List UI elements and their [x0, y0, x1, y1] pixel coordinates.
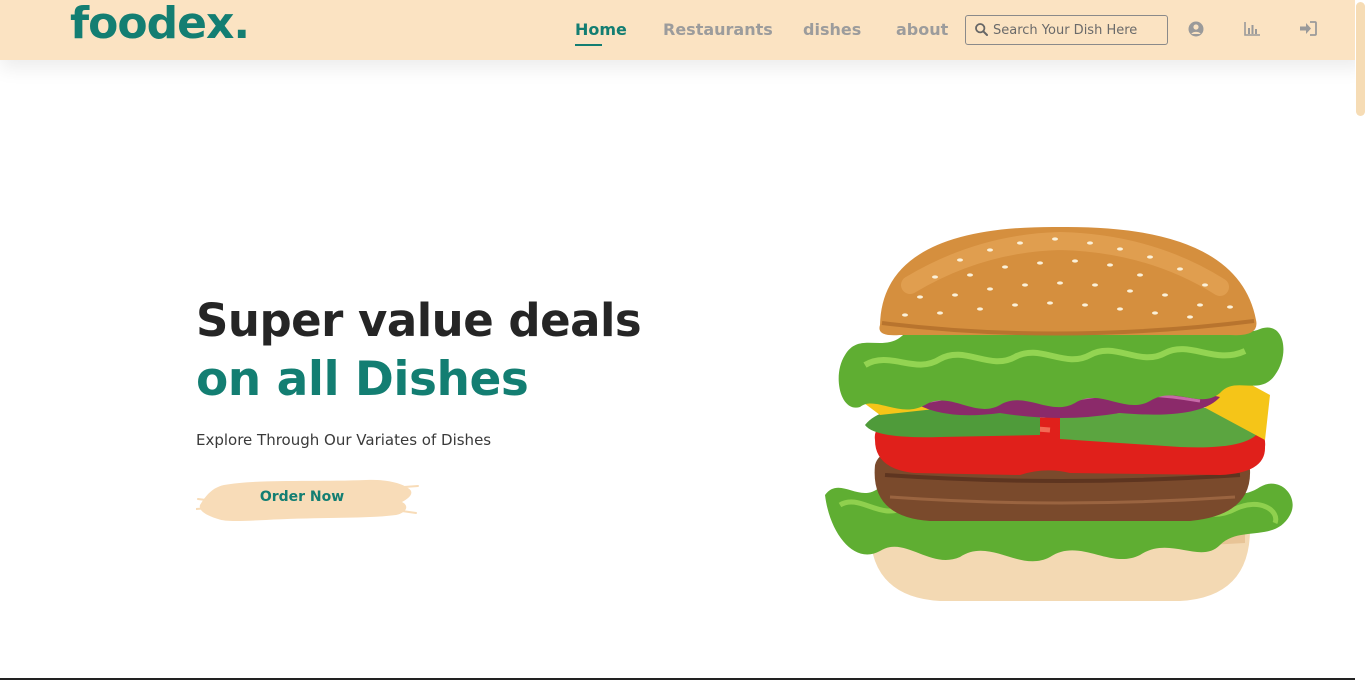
scrollbar[interactable] [1355, 0, 1366, 681]
nav-link-restaurants[interactable]: Restaurants [663, 19, 773, 41]
order-now-label: Order Now [259, 489, 345, 505]
logo[interactable]: foodex. [70, 0, 250, 48]
search-input[interactable] [993, 19, 1163, 41]
section-divider [0, 678, 1355, 680]
hero-tagline: Explore Through Our Variates of Dishes [196, 431, 492, 449]
order-now-button[interactable]: Order Now [196, 475, 421, 523]
burger-image [825, 226, 1293, 601]
search-box [965, 15, 1168, 45]
scrollbar-thumb[interactable] [1356, 2, 1365, 116]
sign-in-icon[interactable] [1300, 21, 1317, 40]
nav-link-home[interactable]: Home [575, 19, 627, 41]
chart-icon[interactable] [1244, 21, 1260, 40]
navbar: foodex. Home Restaurants dishes about [0, 0, 1366, 60]
nav-link-about[interactable]: about [896, 19, 948, 41]
hero-headline-line1: Super value deals [196, 294, 642, 347]
search-icon [975, 23, 988, 36]
hero-headline-line2: on all Dishes [196, 352, 529, 407]
user-circle-icon[interactable] [1188, 21, 1204, 41]
nav-link-dishes[interactable]: dishes [803, 19, 861, 41]
active-nav-indicator [575, 44, 602, 46]
